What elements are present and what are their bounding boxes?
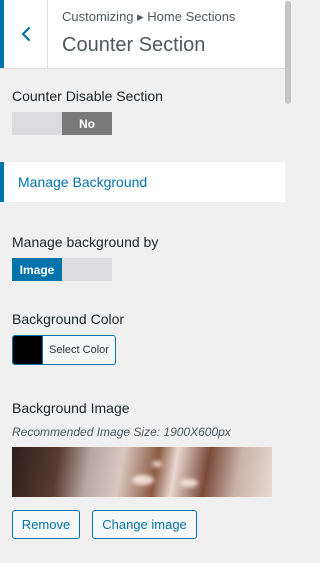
image-size-hint: Recommended Image Size: 1900X600px [12,425,231,439]
back-button[interactable] [0,0,48,68]
page-title: Counter Section [62,34,206,56]
counter-disable-toggle[interactable]: No [12,112,112,135]
chevron-left-icon [20,26,32,42]
breadcrumb: Customizing ▸ Home Sections [62,9,236,24]
select-color-label: Select Color [49,344,109,356]
toggle-color-segment[interactable] [62,258,112,281]
background-color-label: Background Color [12,311,125,327]
select-color-button[interactable]: Select Color [12,335,116,365]
manage-background-section[interactable]: Manage Background [0,162,285,202]
toggle-no-segment[interactable]: No [62,112,112,135]
scrollbar[interactable] [285,0,291,563]
background-image-preview [12,447,272,497]
change-image-button[interactable]: Change image [92,510,197,539]
background-image-label: Background Image [12,400,130,416]
customizer-header: Customizing ▸ Home Sections Counter Sect… [0,0,285,69]
toggle-image-segment[interactable]: Image [12,258,62,281]
toggle-yes-segment[interactable] [12,112,62,135]
color-swatch [13,336,43,364]
scrollbar-thumb[interactable] [285,1,291,104]
manage-by-toggle[interactable]: Image [12,258,112,281]
manage-by-label: Manage background by [12,234,159,250]
header-text: Customizing ▸ Home Sections Counter Sect… [62,8,235,58]
remove-image-button[interactable]: Remove [12,510,80,539]
counter-disable-label: Counter Disable Section [12,88,163,104]
